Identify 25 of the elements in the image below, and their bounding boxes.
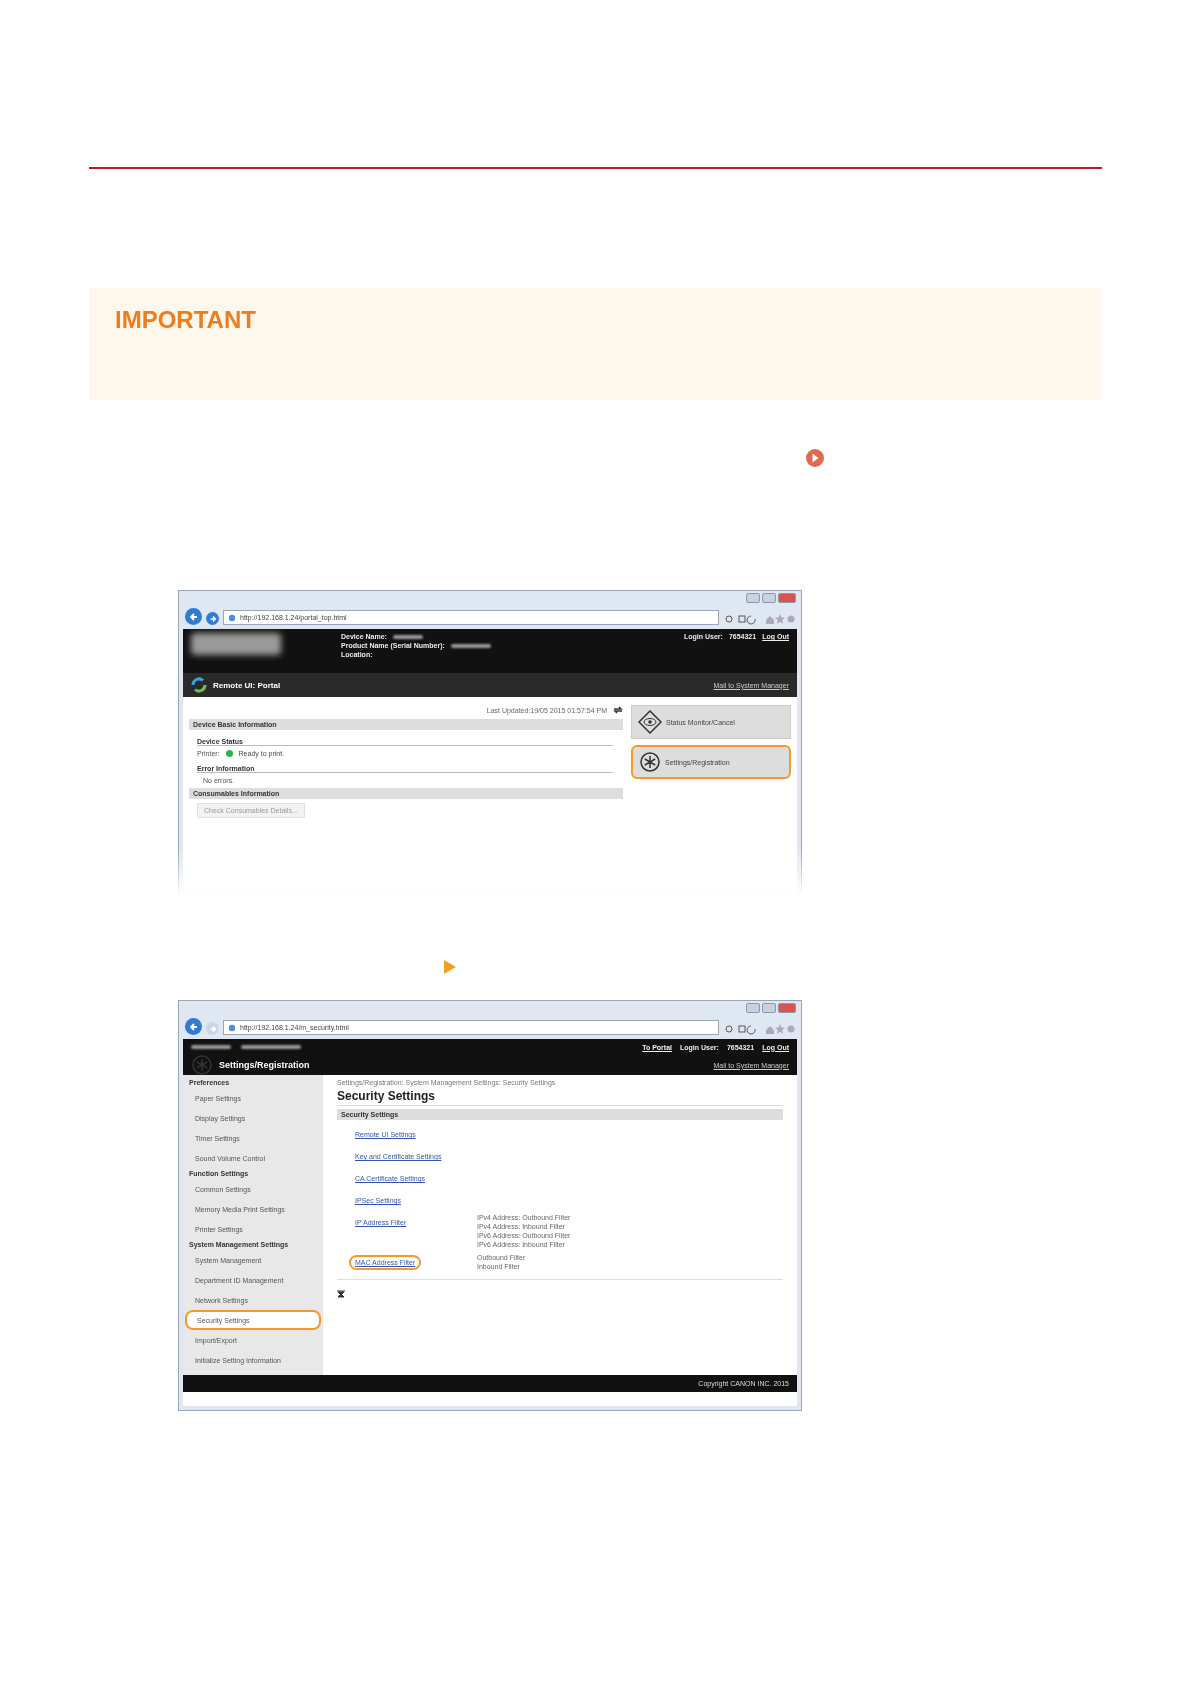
window-controls <box>746 593 796 603</box>
back-icon[interactable] <box>185 1018 202 1035</box>
page-title: Remote UI: Portal <box>213 680 281 690</box>
play-circle-icon[interactable] <box>805 448 825 468</box>
blurred-text <box>241 1045 301 1049</box>
window-controls <box>746 1003 796 1013</box>
forward-icon[interactable] <box>206 612 219 625</box>
page-top-icon[interactable] <box>337 1290 345 1298</box>
blurred-text <box>392 634 423 639</box>
home-star-gear-icons[interactable] <box>765 613 795 625</box>
important-title: IMPORTANT <box>115 306 257 334</box>
globe-icon <box>228 1023 236 1032</box>
back-icon[interactable] <box>185 608 202 625</box>
blurred-text <box>191 1045 231 1049</box>
blurred-text <box>450 643 491 648</box>
arrow-icon <box>443 960 457 974</box>
home-star-gear-icons[interactable] <box>765 1023 795 1035</box>
page-heading: Security Settings <box>337 1089 783 1106</box>
eye-icon <box>638 710 662 734</box>
page-title: Settings/Registration <box>219 1060 310 1070</box>
portal-icon <box>191 677 207 693</box>
refresh-icon[interactable] <box>613 705 623 715</box>
gear-icon <box>639 751 661 773</box>
settings-icon <box>191 1054 213 1076</box>
globe-icon <box>228 613 236 622</box>
